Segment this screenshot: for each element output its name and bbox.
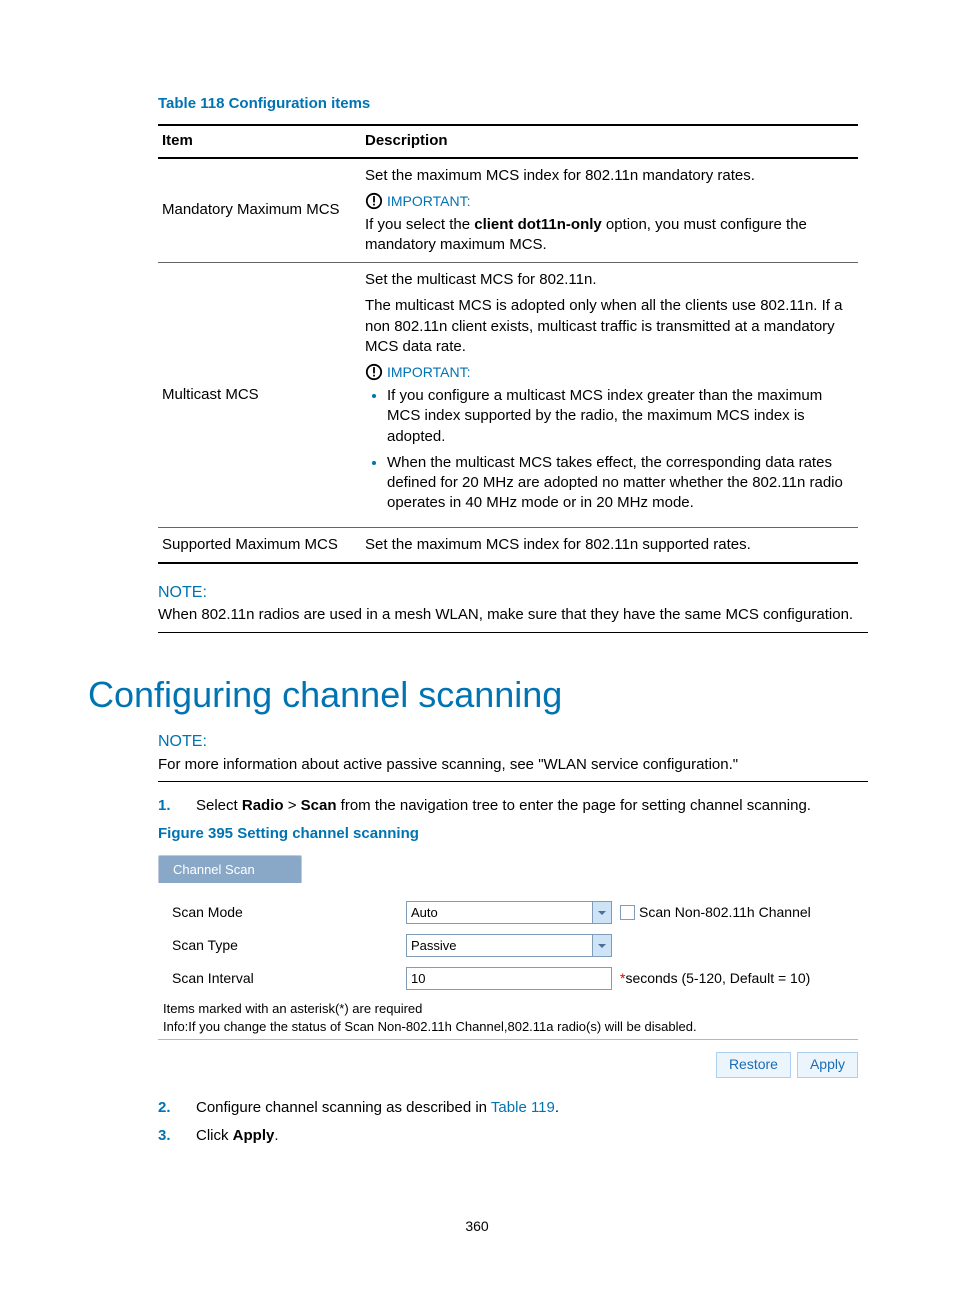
note-label: NOTE: [158, 582, 868, 604]
table-row: Multicast MCS Set the multicast MCS for … [158, 263, 858, 527]
table-row: Supported Maximum MCS Set the maximum MC… [158, 527, 858, 563]
desc-text: Set the multicast MCS for 802.11n. [365, 270, 850, 290]
bullet-text: If you configure a multicast MCS index g… [387, 387, 822, 445]
table-row: Mandatory Maximum MCS Set the maximum MC… [158, 158, 858, 263]
figure-channel-scan: Channel Scan Scan Mode Auto Scan Non-802… [158, 855, 858, 1079]
scan-mode-select[interactable]: Auto [406, 901, 612, 924]
form-footer-info: Info:If you change the status of Scan No… [163, 1018, 858, 1036]
cell-item: Mandatory Maximum MCS [158, 158, 361, 263]
step-number: 3. [158, 1126, 196, 1146]
chevron-down-icon[interactable] [592, 902, 611, 923]
scan-non-80211h-checkbox[interactable] [620, 905, 635, 920]
important-icon [365, 363, 383, 381]
section-heading: Configuring channel scanning [88, 671, 868, 720]
table-118-caption: Table 118 Configuration items [158, 94, 868, 114]
important-icon [365, 192, 383, 210]
important-label: IMPORTANT: [365, 363, 850, 382]
cell-item: Multicast MCS [158, 263, 361, 527]
restore-button[interactable]: Restore [716, 1052, 791, 1078]
important-label: IMPORTANT: [365, 192, 850, 211]
table-119-link[interactable]: Table 119 [491, 1099, 555, 1116]
scan-mode-label: Scan Mode [172, 903, 406, 922]
desc-text: Set the maximum MCS index for 802.11n ma… [365, 166, 850, 186]
scan-type-label: Scan Type [172, 936, 406, 955]
desc-text: If you select the client dot11n-only opt… [365, 215, 850, 256]
th-item: Item [158, 125, 361, 157]
figure-395-caption: Figure 395 Setting channel scanning [158, 824, 868, 844]
tab-channel-scan[interactable]: Channel Scan [158, 855, 302, 884]
important-bullets: If you configure a multicast MCS index g… [365, 386, 850, 514]
scan-non-80211h-label: Scan Non-802.11h Channel [639, 903, 811, 922]
cell-item: Supported Maximum MCS [158, 527, 361, 563]
table-118: Item Description Mandatory Maximum MCS S… [158, 124, 858, 564]
step-1: 1. Select Radio > Scan from the navigati… [158, 796, 868, 816]
apply-button[interactable]: Apply [797, 1052, 858, 1078]
page-number: 360 [0, 1217, 954, 1236]
th-desc: Description [361, 125, 858, 157]
bullet-text: When the multicast MCS takes effect, the… [387, 454, 843, 512]
scan-interval-hint: seconds (5-120, Default = 10) [625, 969, 810, 988]
form-footer-required: Items marked with an asterisk(*) are req… [163, 1000, 858, 1018]
step-number: 1. [158, 796, 196, 816]
cell-desc: Set the maximum MCS index for 802.11n su… [361, 527, 858, 563]
step-number: 2. [158, 1098, 196, 1118]
step-2: 2. Configure channel scanning as describ… [158, 1098, 868, 1118]
step-3: 3. Click Apply. [158, 1126, 868, 1146]
chevron-down-icon[interactable] [592, 935, 611, 956]
scan-interval-input[interactable]: 10 [406, 967, 612, 990]
note-label: NOTE: [158, 731, 868, 753]
scan-interval-label: Scan Interval [172, 969, 406, 988]
note-body: For more information about active passiv… [158, 755, 868, 782]
note-body: When 802.11n radios are used in a mesh W… [158, 605, 868, 632]
desc-text: The multicast MCS is adopted only when a… [365, 296, 850, 357]
scan-type-select[interactable]: Passive [406, 934, 612, 957]
